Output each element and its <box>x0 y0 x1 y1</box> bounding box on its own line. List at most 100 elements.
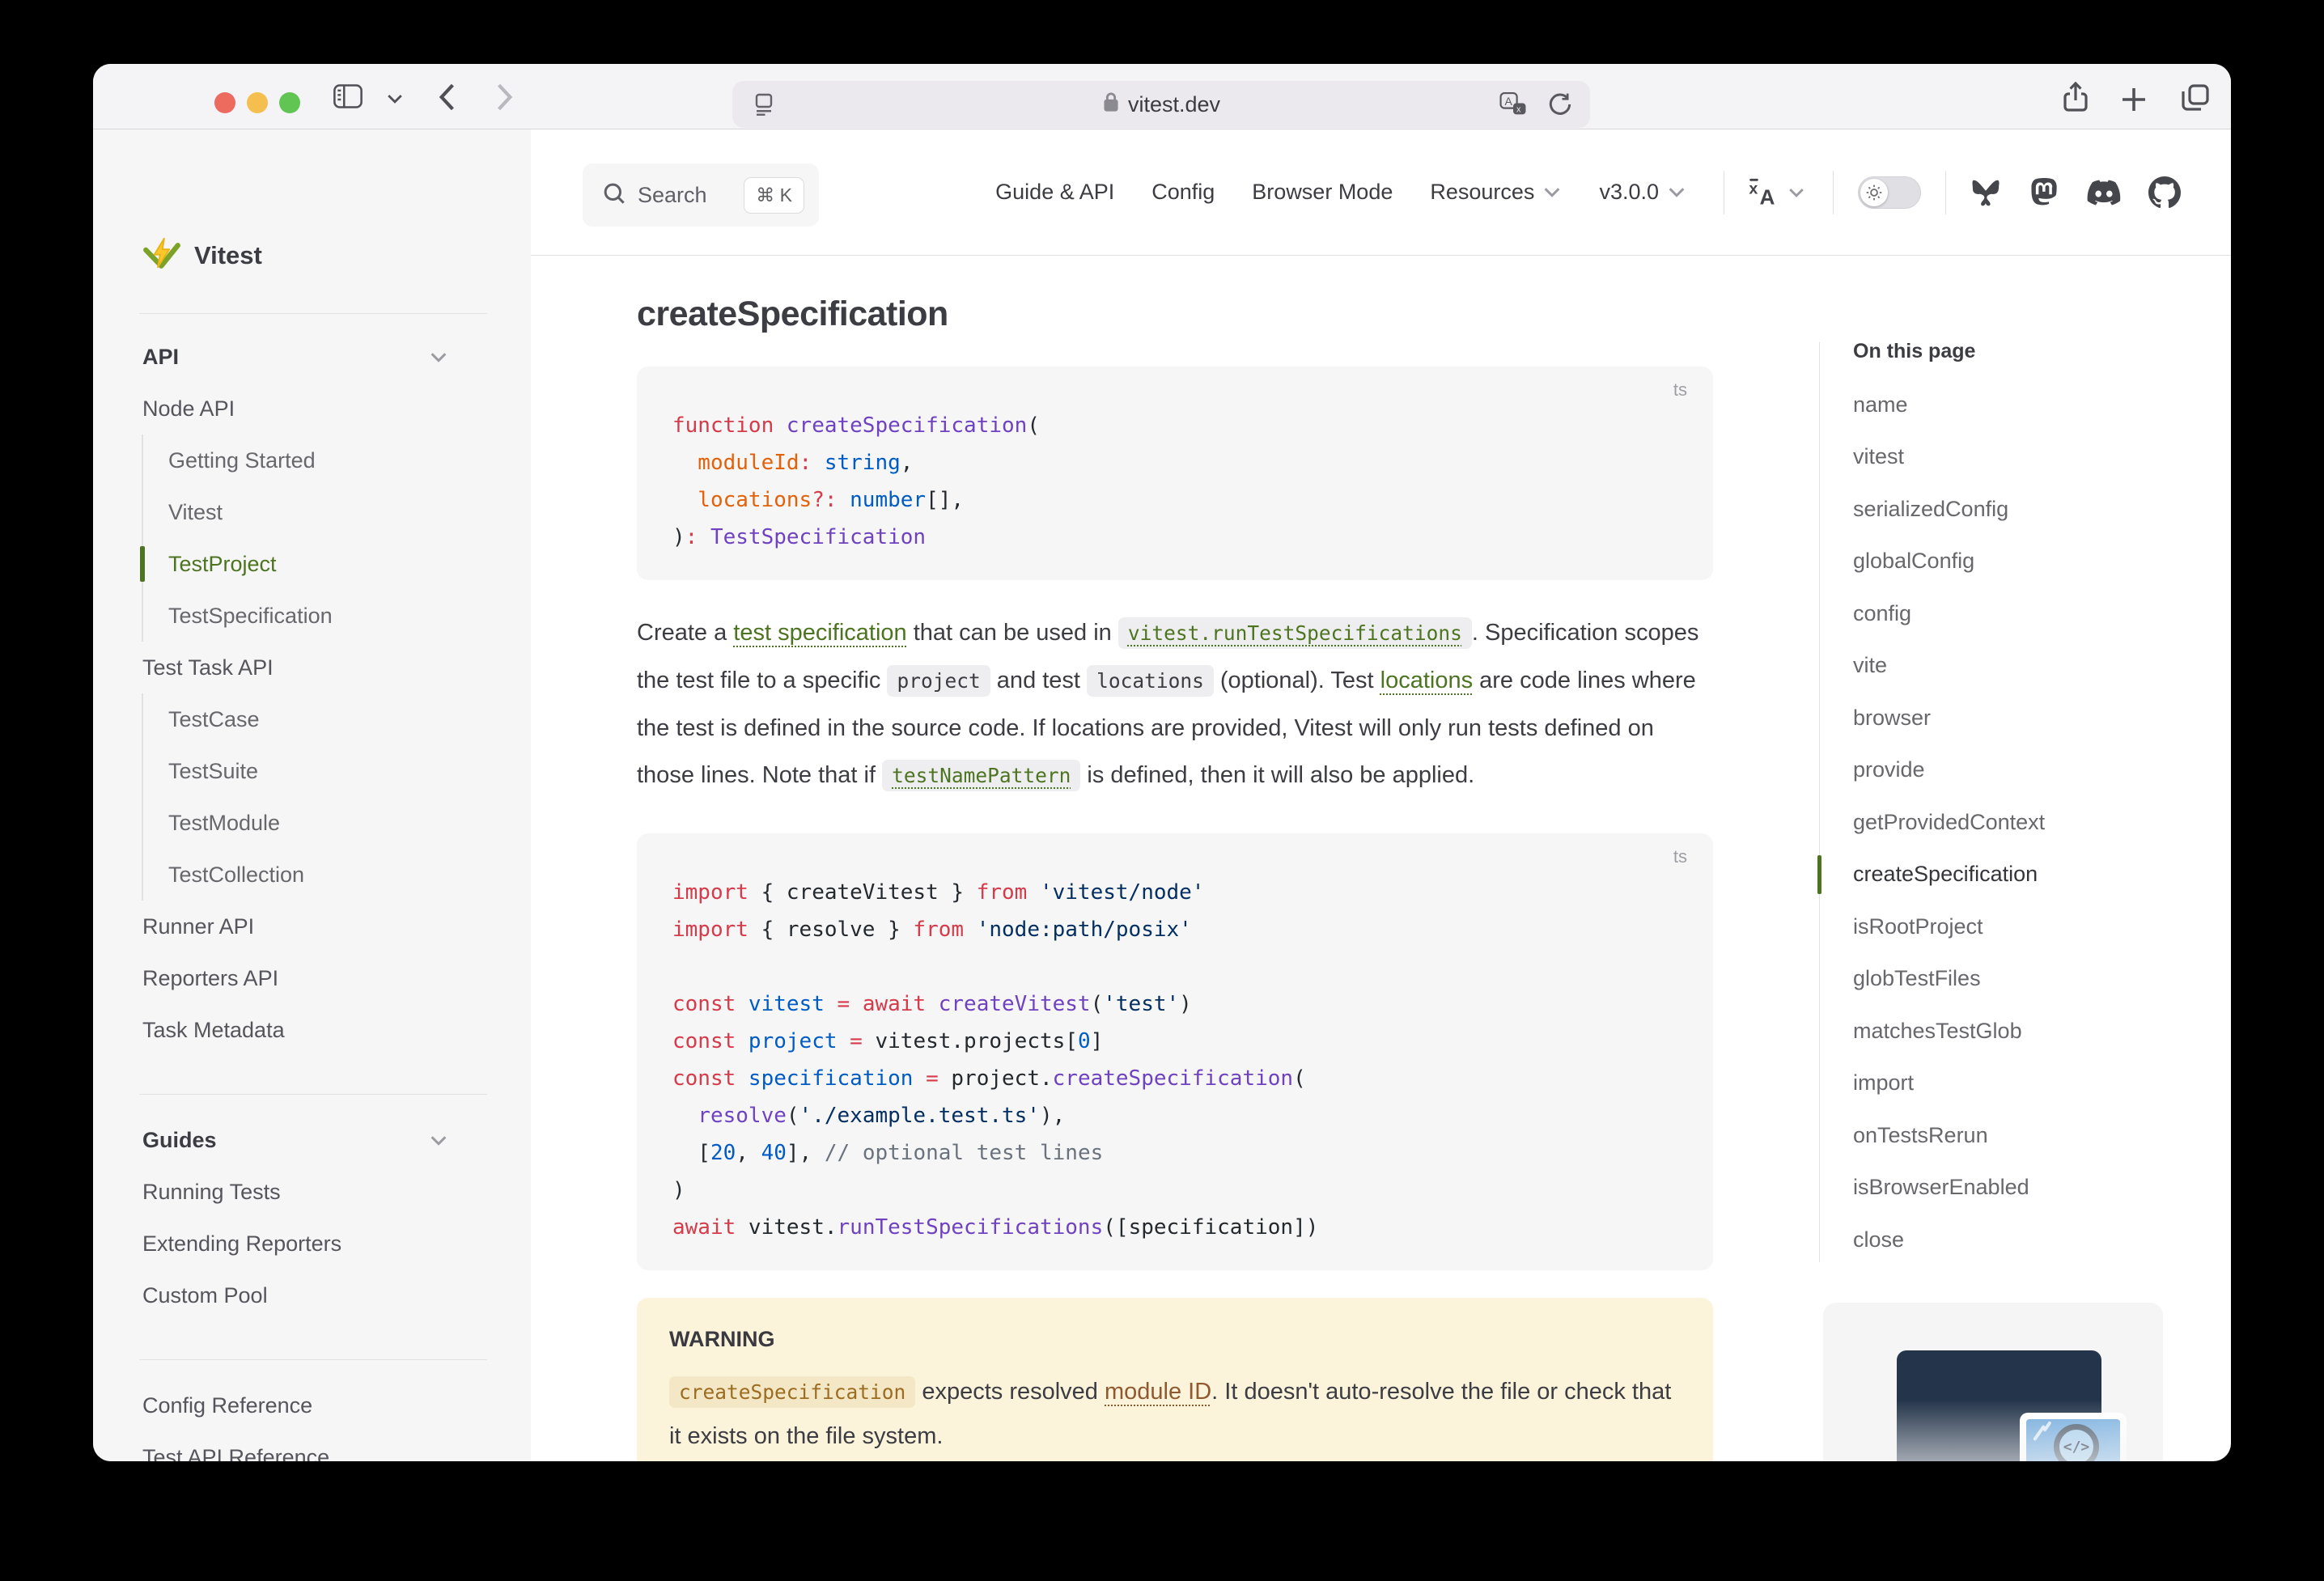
sidebar-divider <box>139 313 487 314</box>
description-paragraph: Create a test specification that can be … <box>637 609 1713 799</box>
sidebar-item-vitest[interactable]: Vitest <box>168 486 531 538</box>
sidebar-divider <box>139 1359 487 1360</box>
toc-item-createspecification[interactable]: createSpecification <box>1853 849 2161 901</box>
sidebar-item-node-api[interactable]: Node API <box>142 383 531 434</box>
sidebar-divider <box>139 1094 487 1095</box>
warning-body: createSpecification expects resolved mod… <box>669 1370 1681 1458</box>
nav-config[interactable]: Config <box>1151 180 1215 205</box>
toc-item-ontestsrerun[interactable]: onTestsRerun <box>1853 1109 2161 1162</box>
inline-link-test-specification[interactable]: test specification <box>733 620 906 646</box>
back-button[interactable] <box>436 82 457 112</box>
site-header: Search ⌘ K Guide & API Config Browser Mode… <box>531 129 2231 256</box>
share-icon[interactable] <box>2059 82 2092 114</box>
toc-item-matchestestglob[interactable]: matchesTestGlob <box>1853 1005 2161 1058</box>
sidebar-item-reporters-api[interactable]: Reporters API <box>142 952 531 1004</box>
sidebar-item-config-reference[interactable]: Config Reference <box>142 1380 531 1431</box>
sidebar-item-testmodule[interactable]: TestModule <box>168 797 531 849</box>
toc-list: namevitestserializedConfigglobalConfigco… <box>1853 379 2161 1266</box>
svg-text:A: A <box>1504 95 1512 108</box>
fullscreen-window-button[interactable] <box>279 92 300 113</box>
sidebar-item-getting-started[interactable]: Getting Started <box>168 434 531 486</box>
sidebar-item-testcollection[interactable]: TestCollection <box>168 849 531 901</box>
toc-divider <box>1819 342 1820 1262</box>
toc-item-isbrowserenabled[interactable]: isBrowserEnabled <box>1853 1162 2161 1214</box>
tab-overview-icon[interactable] <box>2179 82 2212 114</box>
search-shortcut: ⌘ K <box>744 177 804 214</box>
toc-item-serializedconfig[interactable]: serializedConfig <box>1853 483 2161 536</box>
bluesky-icon[interactable] <box>1970 178 2001 207</box>
chevron-down-icon <box>1788 187 1805 198</box>
inline-link-vitest-runtestspecifications[interactable]: vitest.runTestSpecifications <box>1118 617 1472 649</box>
toc-item-vitest[interactable]: vitest <box>1853 431 2161 484</box>
sidebar-item-testcase[interactable]: TestCase <box>168 693 531 745</box>
address-bar[interactable]: vitest.dev A x <box>732 81 1590 128</box>
sidebar-toggle-icon[interactable] <box>333 83 363 109</box>
svg-text:x: x <box>1516 104 1521 114</box>
toc-item-provide[interactable]: provide <box>1853 744 2161 797</box>
chevron-down-icon <box>429 1134 448 1147</box>
toc-item-import[interactable]: import <box>1853 1058 2161 1110</box>
toc-item-globalconfig[interactable]: globalConfig <box>1853 536 2161 588</box>
sidebar-item-test-task-api[interactable]: Test Task API <box>142 642 531 693</box>
inline-code-createspecification: createSpecification <box>669 1376 915 1408</box>
vitest-logo-icon <box>142 237 181 274</box>
translate-icon[interactable]: A x <box>1499 91 1527 121</box>
warning-title: WARNING <box>669 1327 1681 1352</box>
toc-item-name[interactable]: name <box>1853 379 2161 431</box>
chevron-down-icon <box>429 351 448 363</box>
close-window-button[interactable] <box>214 92 235 113</box>
inline-link-testnamepattern[interactable]: testNamePattern <box>882 760 1080 791</box>
code-block-signature: ts function createSpecification( moduleI… <box>637 367 1713 580</box>
nav-v3-0-0[interactable]: v3.0.0 <box>1599 180 1686 205</box>
sponsor-card[interactable]: </> <box>1823 1303 2163 1461</box>
sidebar-item-runner-api[interactable]: Runner API <box>142 901 531 952</box>
nav-resources[interactable]: Resources <box>1430 180 1562 205</box>
inline-code-locations: locations <box>1087 665 1214 697</box>
sidebar-item-testspecification[interactable]: TestSpecification <box>168 590 531 642</box>
theme-toggle[interactable] <box>1858 176 1921 209</box>
toc-item-isrootproject[interactable]: isRootProject <box>1853 901 2161 953</box>
toc-item-close[interactable]: close <box>1853 1214 2161 1266</box>
sidebar-chevron-icon[interactable] <box>386 93 404 104</box>
sidebar-item-extending-reporters[interactable]: Extending Reporters <box>142 1218 531 1269</box>
sidebar-item-custom-pool[interactable]: Custom Pool <box>142 1269 531 1321</box>
search-button[interactable]: Search ⌘ K <box>583 163 819 227</box>
toc-title: On this page <box>1853 340 1975 363</box>
docs-sidebar: Vitest APINode APIGetting StartedVitestT… <box>93 129 531 1461</box>
sidebar-subgroup: Getting StartedVitestTestProjectTestSpec… <box>142 434 531 642</box>
active-indicator <box>140 546 145 582</box>
language-select[interactable]: x A <box>1749 178 1805 207</box>
forward-button[interactable] <box>494 82 515 112</box>
toc-item-globtestfiles[interactable]: globTestFiles <box>1853 953 2161 1006</box>
sidebar-section-api[interactable]: API <box>142 331 487 383</box>
sidebar-item-running-tests[interactable]: Running Tests <box>142 1166 531 1218</box>
mastodon-icon[interactable] <box>2029 177 2059 208</box>
inline-link-module-id[interactable]: module ID <box>1105 1379 1211 1405</box>
sidebar-item-task-metadata[interactable]: Task Metadata <box>142 1004 531 1056</box>
toc-item-config[interactable]: config <box>1853 587 2161 640</box>
minimize-window-button[interactable] <box>247 92 268 113</box>
inline-link-locations[interactable]: locations <box>1380 668 1473 693</box>
site-logo[interactable]: Vitest <box>142 237 262 274</box>
sidebar-section-guides[interactable]: Guides <box>142 1114 487 1166</box>
chevron-down-icon <box>1667 186 1686 198</box>
discord-icon[interactable] <box>2087 179 2121 206</box>
code-block-example: ts import { createVitest } from 'vitest/… <box>637 833 1713 1270</box>
sidebar-nav: APINode APIGetting StartedVitestTestProj… <box>93 331 531 1461</box>
sidebar-item-testsuite[interactable]: TestSuite <box>168 745 531 797</box>
toc-item-getprovidedcontext[interactable]: getProvidedContext <box>1853 796 2161 849</box>
url-text[interactable]: vitest.dev <box>1128 92 1220 117</box>
nav-browser-mode[interactable]: Browser Mode <box>1252 180 1393 205</box>
sidebar-subgroup: TestCaseTestSuiteTestModuleTestCollectio… <box>142 693 531 901</box>
toc-item-browser[interactable]: browser <box>1853 692 2161 744</box>
desktop: vitest.dev A x <box>0 0 2324 1581</box>
new-tab-icon[interactable] <box>2119 85 2148 114</box>
nav-guide-api[interactable]: Guide & API <box>995 180 1114 205</box>
sidebar-item-testproject[interactable]: TestProject <box>168 538 531 590</box>
code-example[interactable]: import { createVitest } from 'vitest/nod… <box>672 874 1681 1246</box>
sidebar-item-test-api-reference[interactable]: Test API Reference <box>142 1431 531 1461</box>
reload-icon[interactable] <box>1548 91 1572 121</box>
github-icon[interactable] <box>2148 176 2181 209</box>
toc-item-vite[interactable]: vite <box>1853 640 2161 693</box>
code-signature[interactable]: function createSpecification( moduleId: … <box>672 407 1681 556</box>
